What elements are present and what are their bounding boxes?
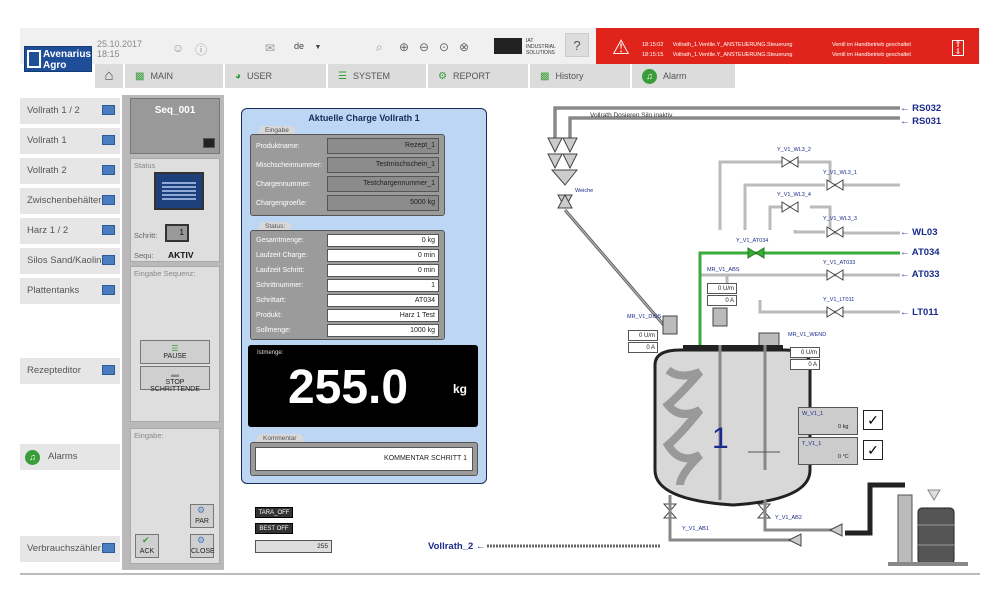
port-vollrath-2: Vollrath_2 ← bbox=[428, 541, 486, 552]
temperature-label: T_V1_1 bbox=[802, 441, 822, 447]
port-rs031: ← RS031 bbox=[900, 116, 942, 127]
valve-label[interactable]: Y_V1_AT033 bbox=[823, 260, 855, 266]
port-rs032: ← RS032 bbox=[900, 103, 942, 114]
trend-icon[interactable]: ✓ bbox=[863, 440, 883, 460]
motor-label-wend[interactable]: MR_V1_WEND bbox=[788, 332, 826, 338]
motor-label-diss[interactable]: MR_V1_DISS bbox=[627, 314, 661, 320]
weight-label: W_V1_1 bbox=[802, 411, 824, 417]
weiche-label: Weiche bbox=[575, 188, 594, 194]
silo-status-label: Vollrath Dosieren Silo inaktiv bbox=[590, 112, 673, 119]
valve-label[interactable]: Y_V1_AT034 bbox=[736, 238, 768, 244]
port-wl03: ← WL03 bbox=[900, 227, 938, 238]
weight-value: 0 kg bbox=[838, 424, 849, 430]
port-at034: ← AT034 bbox=[900, 247, 940, 258]
temperature-value: 0 °C bbox=[838, 454, 849, 460]
port-lt011: ← LT011 bbox=[900, 307, 939, 318]
diss-speed: 0 U/m bbox=[628, 330, 658, 341]
valve-label[interactable]: Y_V1_WL3_1 bbox=[823, 170, 857, 176]
valve-label[interactable]: Y_V1_WL3_3 bbox=[823, 216, 857, 222]
abs-current: 0 A bbox=[707, 295, 737, 306]
diss-current: 0 A bbox=[628, 342, 658, 353]
wend-speed: 0 U/m bbox=[790, 347, 820, 358]
valve-label[interactable]: Y_V1_AB1 bbox=[682, 526, 709, 532]
motor-label-abs[interactable]: MR_V1_ABS bbox=[707, 267, 739, 273]
valve-label[interactable]: Y_V1_LT011 bbox=[823, 297, 854, 303]
port-at033: ← AT033 bbox=[900, 269, 940, 280]
valve-label[interactable]: Y_V1_AB2 bbox=[775, 515, 802, 521]
trend-icon[interactable]: ✓ bbox=[863, 410, 883, 430]
abs-speed: 0 U/m bbox=[707, 283, 737, 294]
wend-current: 0 A bbox=[790, 359, 820, 370]
tank-number: 1 bbox=[712, 422, 729, 455]
valve-label[interactable]: Y_V1_WL3_4 bbox=[777, 192, 811, 198]
valve-label[interactable]: Y_V1_WL3_2 bbox=[777, 147, 811, 153]
